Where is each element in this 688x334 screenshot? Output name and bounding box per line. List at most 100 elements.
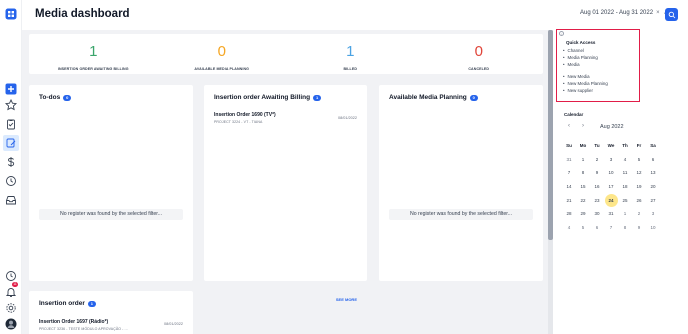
date-range-picker[interactable]: Aug 01 2022 - Aug 31 2022 × ⌄	[580, 9, 668, 17]
calendar-day[interactable]: 15	[576, 184, 590, 189]
quick-link-channel[interactable]: Channel	[563, 47, 598, 54]
weekday: Mo	[579, 143, 587, 149]
stat-label: AVAILABLE MEDIA PLANNING	[194, 67, 250, 71]
calendar-day[interactable]: 11	[618, 170, 632, 175]
calendar-day[interactable]: 25	[618, 198, 632, 203]
calendar-day[interactable]: 28	[562, 211, 576, 216]
calendar-day[interactable]: 9	[590, 170, 604, 175]
calendar-day[interactable]: 29	[576, 211, 590, 216]
prev-month-icon[interactable]: ‹	[568, 123, 570, 129]
calendar-day[interactable]: 31	[562, 157, 576, 162]
item-date: 08/01/2022	[163, 322, 183, 326]
stat-billed[interactable]: 1 BILLED	[286, 34, 415, 74]
item-subtitle: PROJECT 3224 - VT - TIANA	[214, 120, 263, 124]
calendar-day[interactable]: 23	[590, 198, 604, 203]
inbox-icon[interactable]	[3, 192, 19, 208]
calendar-day[interactable]: 8	[576, 170, 590, 175]
calendar-day[interactable]: 6	[590, 225, 604, 230]
calendar-week: 28 29 30 31 1 2 3	[562, 207, 672, 221]
calendar-day[interactable]: 31	[604, 211, 618, 216]
calendar-day[interactable]: 20	[646, 184, 660, 189]
calendar-day[interactable]: 2	[632, 211, 646, 216]
dollar-icon[interactable]	[3, 154, 19, 170]
insertion-order-panel: Insertion order 1 Insertion Order 1697 (…	[29, 291, 193, 334]
quick-link-media[interactable]: Media	[563, 61, 598, 68]
quick-access-list: Channel Media Planning Media	[563, 47, 598, 69]
edit-document-icon[interactable]	[3, 135, 19, 151]
quick-link-new-supplier[interactable]: New supplier	[563, 87, 608, 94]
quick-link-new-media[interactable]: New Media	[563, 73, 608, 80]
calendar-day[interactable]: 27	[646, 198, 660, 203]
calendar-day[interactable]: 12	[632, 170, 646, 175]
calendar-day[interactable]: 1	[618, 211, 632, 216]
count-badge: 0	[63, 94, 72, 101]
quick-link-media-planning[interactable]: Media Planning	[563, 54, 598, 61]
weekday: Tu	[594, 143, 600, 149]
add-icon[interactable]	[3, 81, 19, 97]
quick-access-title: Quick Access	[566, 40, 596, 45]
calendar-week: 21 22 23 24 25 26 27	[562, 193, 672, 207]
empty-message: No register was found by the selected fi…	[389, 209, 533, 220]
available-planning-panel: Available Media Planning 0 No register w…	[379, 85, 543, 281]
quick-link-new-media-planning[interactable]: New Media Planning	[563, 80, 608, 87]
calendar-day[interactable]: 10	[646, 225, 660, 230]
calendar-week: 14 15 16 17 18 19 20	[562, 180, 672, 194]
calendar-day[interactable]: 17	[604, 184, 618, 189]
next-month-icon[interactable]: ›	[582, 123, 584, 129]
star-icon[interactable]	[3, 97, 19, 113]
calendar-week: 7 8 9 10 11 12 13	[562, 166, 672, 180]
calendar-day[interactable]: 13	[646, 170, 660, 175]
calendar-day[interactable]: 3	[646, 211, 660, 216]
item-title[interactable]: Insertion Order 1697 (Rádio*)	[39, 319, 108, 325]
app-logo-icon[interactable]	[3, 6, 19, 22]
bell-icon[interactable]: 11	[3, 282, 19, 300]
calendar-day-today[interactable]: 24	[604, 193, 618, 207]
calendar-week: 4 5 6 7 8 9 10	[562, 221, 672, 235]
info-icon[interactable]: i	[559, 31, 564, 36]
avatar[interactable]	[3, 316, 19, 332]
page-header: Media dashboard Aug 01 2022 - Aug 31 202…	[22, 0, 688, 30]
calendar-day[interactable]: 21	[562, 198, 576, 203]
main-content: 1 INSERTION ORDER AWAITING BILLING 0 AVA…	[22, 30, 548, 334]
stat-value: 0	[217, 43, 226, 60]
calendar-day[interactable]: 22	[576, 198, 590, 203]
clock-history-icon[interactable]	[3, 173, 19, 189]
billing-title: Insertion order Awaiting Billing	[214, 94, 311, 101]
calendar-day[interactable]: 2	[590, 157, 604, 162]
calendar-day[interactable]: 30	[590, 211, 604, 216]
calendar-day[interactable]: 4	[562, 225, 576, 230]
calendar-title: Calendar	[564, 112, 584, 117]
stat-label: INSERTION ORDER AWAITING BILLING	[57, 67, 129, 71]
calendar-weeks: 31 1 2 3 4 5 6 7 8 9 10 11 12 13 14 15 16 17 18 19 20 21 22 23 2…	[562, 153, 672, 235]
clipboard-icon[interactable]	[3, 116, 19, 132]
calendar-day[interactable]: 16	[590, 184, 604, 189]
calendar-day[interactable]: 4	[618, 157, 632, 162]
calendar-day[interactable]: 3	[604, 157, 618, 162]
search-icon	[668, 11, 675, 18]
stat-value: 1	[346, 43, 355, 60]
stat-canceled[interactable]: 0 CANCELED	[415, 34, 544, 74]
calendar-grid: Su Mo Tu We Th Fr Sa 31 1 2 3 4 5 6 7 8 9 10 11 12 13…	[562, 139, 672, 234]
calendar-day[interactable]: 9	[632, 225, 646, 230]
right-sidebar: i Quick Access Channel Media Planning Me…	[553, 29, 688, 334]
calendar-day[interactable]: 18	[618, 184, 632, 189]
calendar-day[interactable]: 14	[562, 184, 576, 189]
calendar-day[interactable]: 5	[632, 157, 646, 162]
stat-awaiting-billing[interactable]: 1 INSERTION ORDER AWAITING BILLING	[29, 34, 158, 74]
calendar-day[interactable]: 26	[632, 198, 646, 203]
clear-date-icon[interactable]: ×	[656, 10, 660, 16]
calendar-day[interactable]: 5	[576, 225, 590, 230]
calendar-day[interactable]: 7	[562, 170, 576, 175]
settings-icon[interactable]	[3, 300, 19, 316]
calendar-day[interactable]: 19	[632, 184, 646, 189]
calendar-day[interactable]: 8	[618, 225, 632, 230]
see-more-link[interactable]: SEE MORE	[336, 297, 357, 302]
search-button[interactable]	[665, 8, 678, 21]
calendar-day[interactable]: 1	[576, 157, 590, 162]
calendar-day[interactable]: 6	[646, 157, 660, 162]
stat-available-planning[interactable]: 0 AVAILABLE MEDIA PLANNING	[158, 34, 287, 74]
calendar-day[interactable]: 10	[604, 170, 618, 175]
calendar-day[interactable]: 7	[604, 225, 618, 230]
item-title[interactable]: Insertion Order 1690 (TV*)	[214, 112, 276, 118]
quick-access-new-list: New Media New Media Planning New supplie…	[563, 73, 608, 95]
